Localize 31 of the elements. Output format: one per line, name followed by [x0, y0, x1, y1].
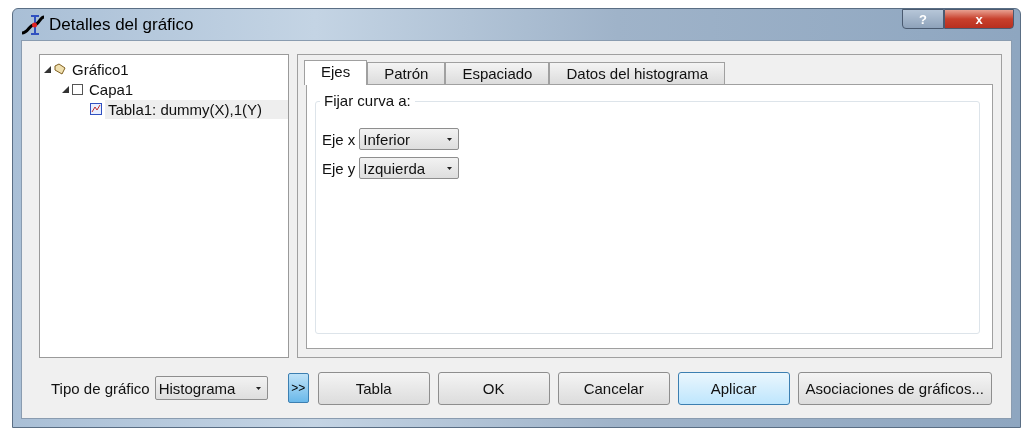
- axis-dropdown[interactable]: Inferior: [359, 128, 460, 150]
- expander-icon[interactable]: [62, 85, 69, 93]
- expander-icon[interactable]: [44, 65, 51, 73]
- tab[interactable]: Patrón: [367, 62, 446, 84]
- expand-toggle-button[interactable]: >>: [287, 373, 309, 403]
- tree-item[interactable]: Tabla1: dummy(X),1(Y): [104, 99, 288, 119]
- axis-dropdown[interactable]: Izquierda: [359, 157, 460, 179]
- field-label: Eje y: [322, 159, 356, 177]
- tree-item[interactable]: Capa1: [86, 79, 137, 99]
- field-label: Tipo de gráfico: [51, 379, 150, 397]
- dialog-button[interactable]: Cancelar: [557, 371, 670, 405]
- dialog-button[interactable]: Asociaciones de gráficos...: [797, 371, 992, 405]
- caret-icon: [255, 386, 261, 390]
- dialog-button[interactable]: OK: [437, 371, 550, 405]
- tab[interactable]: Datos del histograma: [549, 62, 726, 84]
- plot-icon: [89, 103, 102, 115]
- dialog-button[interactable]: Tabla: [317, 371, 430, 405]
- chart-type-dropdown[interactable]: Histograma: [154, 376, 268, 400]
- group-title: Fijar curva a:: [320, 92, 415, 109]
- tree-item[interactable]: Gráfico1: [69, 59, 132, 79]
- square-icon: [72, 83, 83, 95]
- window-title: Detalles del gráfico: [49, 14, 194, 35]
- close-button[interactable]: x: [944, 9, 1014, 29]
- tab[interactable]: Espaciado: [445, 62, 550, 84]
- dialog-button[interactable]: Aplicar: [677, 371, 790, 405]
- tab[interactable]: Ejes: [304, 60, 368, 85]
- curve-icon: [21, 12, 45, 37]
- caret-icon: [447, 137, 453, 141]
- caret-icon: [447, 166, 453, 170]
- folder-icon: [54, 63, 66, 75]
- field-label: Eje x: [322, 130, 356, 148]
